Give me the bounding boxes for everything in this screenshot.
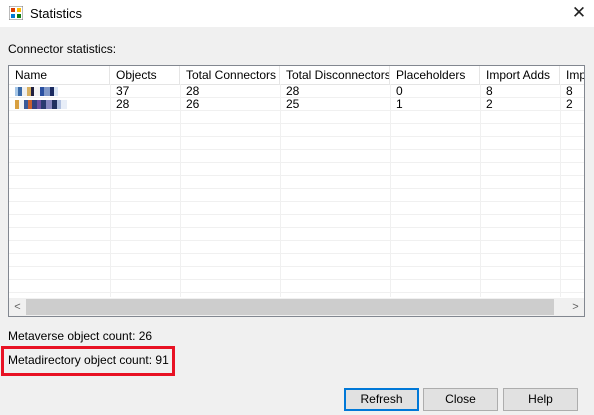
- table-cell: 8: [486, 85, 493, 98]
- scroll-left-icon[interactable]: <: [9, 298, 26, 316]
- app-icon: [9, 6, 23, 20]
- close-button[interactable]: Close: [423, 388, 498, 411]
- table-cell-name-redacted: [9, 85, 110, 98]
- highlight-box: [1, 346, 175, 376]
- window-title: Statistics: [30, 6, 83, 21]
- close-icon[interactable]: ✕: [564, 0, 594, 27]
- table-cell: 0: [396, 85, 403, 98]
- column-header-import-adds[interactable]: Import Adds: [480, 66, 560, 84]
- scroll-right-icon[interactable]: >: [567, 298, 584, 316]
- column-header-objects[interactable]: Objects: [110, 66, 180, 84]
- table-cell: 28: [286, 85, 300, 98]
- horizontal-scrollbar[interactable]: < >: [9, 298, 584, 316]
- table-cell: 28: [186, 85, 200, 98]
- table-cell: 2: [566, 98, 573, 111]
- table-cell: 8: [566, 85, 573, 98]
- title-bar: Statistics ✕: [0, 0, 594, 27]
- column-header-placeholders[interactable]: Placeholders: [390, 66, 480, 84]
- table-cell: 2: [486, 98, 493, 111]
- table-row[interactable]: 28 26 25 1 2 2: [9, 98, 584, 111]
- table-cell-name-redacted: [9, 98, 110, 111]
- grid-header: Name Objects Total Connectors Total Disc…: [9, 66, 584, 85]
- table-cell: 1: [396, 98, 403, 111]
- metaverse-object-count: Metaverse object count: 26: [8, 329, 153, 343]
- connector-statistics-label: Connector statistics:: [8, 42, 117, 56]
- table-cell: 26: [186, 98, 200, 111]
- column-header-name[interactable]: Name: [9, 66, 110, 84]
- column-header-imp[interactable]: Imp: [560, 66, 584, 84]
- help-button[interactable]: Help: [503, 388, 578, 411]
- column-header-total-disconnectors[interactable]: Total Disconnectors: [280, 66, 390, 84]
- table-row[interactable]: 37 28 28 0 8 8: [9, 85, 584, 98]
- table-cell: 37: [116, 85, 130, 98]
- statistics-grid[interactable]: Name Objects Total Connectors Total Disc…: [8, 65, 585, 317]
- refresh-button[interactable]: Refresh: [344, 388, 419, 411]
- column-header-total-connectors[interactable]: Total Connectors: [180, 66, 280, 84]
- scrollbar-thumb[interactable]: [26, 299, 554, 315]
- table-cell: 25: [286, 98, 300, 111]
- table-cell: 28: [116, 98, 130, 111]
